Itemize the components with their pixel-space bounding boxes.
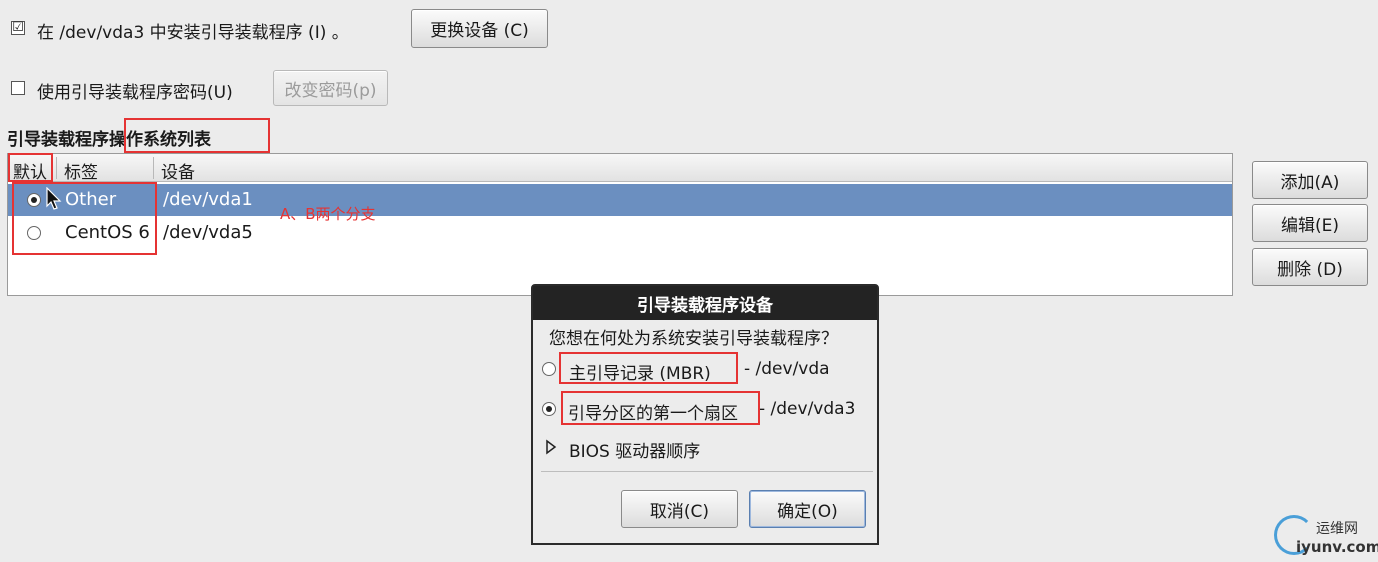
mouse-cursor-icon — [46, 187, 62, 210]
partition-radio[interactable] — [542, 402, 556, 416]
header-label[interactable]: 标签 — [64, 158, 98, 183]
default-radio[interactable] — [27, 193, 41, 207]
bootloader-password-label: 使用引导装载程序密码(U) — [37, 83, 233, 103]
default-radio[interactable] — [27, 226, 41, 240]
row-label: Other — [65, 189, 117, 210]
row-device: /dev/vda5 — [163, 222, 253, 243]
bios-drive-order-expander[interactable]: BIOS 驱动器顺序 — [569, 437, 700, 462]
add-button[interactable]: 添加(A) — [1252, 161, 1368, 199]
table-row[interactable]: Other /dev/vda1 — [8, 184, 1232, 216]
expander-triangle-icon[interactable] — [545, 439, 557, 455]
header-separator — [56, 157, 57, 179]
table-header: 默认 标签 设备 — [8, 154, 1232, 183]
mbr-radio[interactable] — [542, 362, 556, 376]
delete-button[interactable]: 删除 (D) — [1252, 248, 1368, 286]
change-password-button[interactable]: 改变密码(p) — [273, 70, 388, 106]
row-label: CentOS 6 — [65, 222, 150, 243]
watermark-name: 运维网 — [1316, 521, 1358, 537]
partition-device: - /dev/vda3 — [759, 399, 856, 419]
dialog-separator — [541, 471, 873, 472]
mbr-label[interactable]: 主引导记录 (MBR) — [569, 359, 711, 384]
mbr-device: - /dev/vda — [744, 359, 830, 379]
bootloader-device-dialog: 引导装载程序设备 您想在何处为系统安装引导装载程序？ 主引导记录 (MBR) -… — [531, 284, 879, 545]
edit-button[interactable]: 编辑(E) — [1252, 204, 1368, 242]
header-separator — [153, 157, 154, 179]
os-list-title-part1: 引导装载程序 — [7, 130, 109, 150]
partition-label[interactable]: 引导分区的第一个扇区 — [568, 399, 738, 424]
header-device[interactable]: 设备 — [161, 158, 195, 183]
dialog-question: 您想在何处为系统安装引导装载程序？ — [549, 329, 838, 349]
change-device-button[interactable]: 更换设备 (C) — [411, 9, 548, 48]
dialog-title: 引导装载程序设备 — [533, 286, 877, 320]
install-bootloader-checkbox[interactable]: ☑ — [11, 21, 25, 35]
ok-button[interactable]: 确定(O) — [749, 490, 866, 528]
os-list-title-part2: 操作系统列表 — [109, 130, 211, 150]
bootloader-password-checkbox[interactable] — [11, 81, 25, 95]
install-bootloader-label: 在 /dev/vda3 中安装引导装载程序 (I) 。 — [37, 23, 349, 43]
watermark-domain: iyunv.com — [1296, 538, 1378, 556]
row-device: /dev/vda1 — [163, 189, 253, 210]
table-row[interactable]: CentOS 6 /dev/vda5 — [8, 217, 1232, 249]
os-list-table: 默认 标签 设备 Other /dev/vda1 CentOS 6 /dev/v… — [7, 153, 1233, 296]
cancel-button[interactable]: 取消(C) — [621, 490, 738, 528]
os-list-title: 引导装载程序操作系统列表 — [7, 125, 211, 150]
header-default[interactable]: 默认 — [13, 158, 47, 183]
annotation-text: A、B两个分支 — [280, 205, 376, 223]
